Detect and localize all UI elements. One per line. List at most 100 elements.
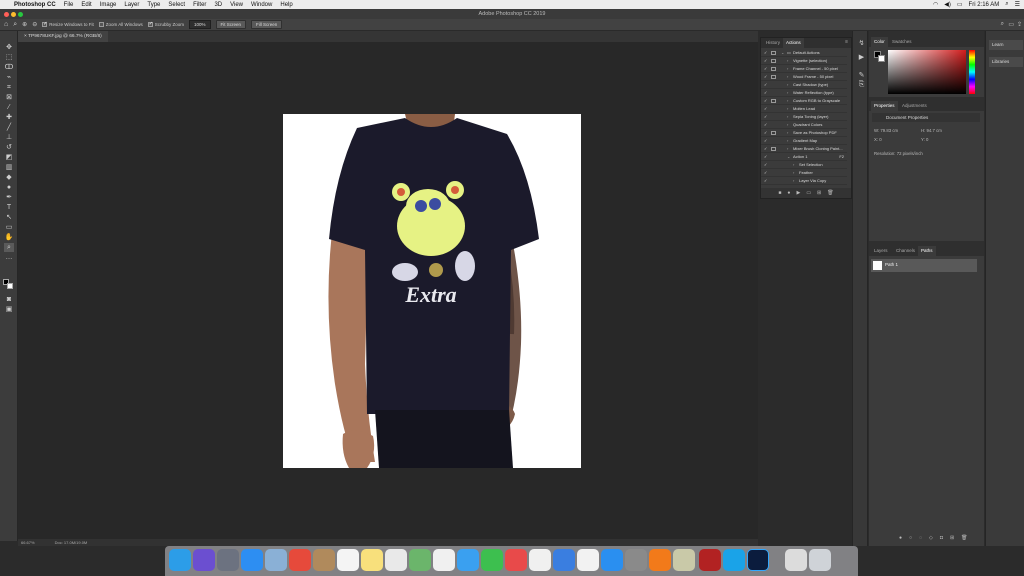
pen-tool-icon[interactable]: ✒ [4,193,14,202]
zoom-out-icon[interactable]: ⊖ [32,21,37,28]
toggle-item-check-icon[interactable]: ✓ [764,177,767,185]
menu-edit[interactable]: Edit [81,2,91,8]
menu-filter[interactable]: Filter [193,2,206,8]
firefox-icon[interactable] [649,549,671,571]
dialog-toggle-icon[interactable] [771,67,776,71]
photoshop-icon[interactable] [747,549,769,571]
toggle-item-check-icon[interactable]: ✓ [764,57,767,65]
eyedropper-tool-icon[interactable]: ⁄ [4,103,14,112]
expand-arrow-icon[interactable]: › [787,113,788,121]
close-window-button[interactable] [4,11,9,17]
toggle-item-check-icon[interactable]: ✓ [764,169,767,177]
close-icon[interactable]: × [24,34,27,39]
quick-mask-icon[interactable]: ◙ [4,295,14,304]
expand-arrow-icon[interactable]: › [787,57,788,65]
action-row[interactable]: ✓ › Quadrant Colors [761,121,847,129]
expand-arrow-icon[interactable]: › [787,89,788,97]
skype-icon[interactable] [723,549,745,571]
system-preferences-icon[interactable] [625,549,647,571]
status-doc-size[interactable]: Doc: 17.0M/19.0M [55,540,88,545]
new-action-icon[interactable]: ⊞ [817,190,821,196]
menu-select[interactable]: Select [168,2,185,8]
dialog-toggle-icon[interactable] [771,59,776,63]
toggle-item-check-icon[interactable]: ✓ [764,129,767,137]
calendar-icon[interactable] [337,549,359,571]
preview-icon[interactable] [673,549,695,571]
expand-arrow-icon[interactable]: › [787,121,788,129]
healing-tool-icon[interactable]: ✚ [4,113,14,122]
status-zoom[interactable]: 66.67% [21,540,35,545]
search-icon[interactable]: ⌕ [1001,21,1004,28]
scrubby-zoom-checkbox[interactable]: Scrubby Zoom [147,21,184,27]
action-row[interactable]: ✓ › Water Reflection (type) [761,89,847,97]
battery-icon[interactable]: ▭ [957,1,963,8]
dialog-toggle-icon[interactable] [771,147,776,151]
path-select-tool-icon[interactable]: ↖ [4,213,14,222]
path-row[interactable]: Path 1 [871,259,977,272]
toggle-item-check-icon[interactable]: ✓ [764,105,767,113]
mail-icon[interactable] [265,549,287,571]
dodge-tool-icon[interactable]: ● [4,183,14,192]
history-brush-tool-icon[interactable]: ↺ [4,143,14,152]
expand-arrow-icon[interactable]: › [793,169,794,177]
width-value[interactable]: 79.83 cm [880,128,898,133]
messages-icon[interactable] [457,549,479,571]
notes-icon[interactable] [361,549,383,571]
toggle-item-check-icon[interactable]: ✓ [764,97,767,105]
dialog-toggle-icon[interactable] [771,131,776,135]
expand-arrow-icon[interactable]: ⌄ [781,49,784,57]
expand-arrow-icon[interactable]: › [787,73,788,81]
zoom-in-icon[interactable]: ⊕ [22,21,27,28]
actions-panel-icon[interactable]: ▶ [857,53,866,61]
trash-icon[interactable] [809,549,831,571]
filezilla-icon[interactable] [699,549,721,571]
resize-windows-checkbox[interactable]: Resize Windows to Fit [42,21,94,27]
panel-menu-icon[interactable]: ≡ [845,39,848,45]
action-row[interactable]: ✓ › Mixer Brush Cloning Paint... [761,145,847,153]
search-icon[interactable]: ⌕ [1005,1,1008,8]
siri-icon[interactable] [193,549,215,571]
action-row[interactable]: ✓ › Layer Via Copy [761,177,847,185]
hue-slider[interactable] [969,50,975,94]
menu-layer[interactable]: Layer [124,2,139,8]
news-icon[interactable] [505,549,527,571]
gradient-tool-icon[interactable]: ▥ [4,163,14,172]
toggle-item-check-icon[interactable]: ✓ [764,153,767,161]
tab-history[interactable]: History [763,38,783,48]
tab-color[interactable]: Color [871,37,888,47]
libraries-button[interactable]: Libraries [989,57,1023,67]
action-row[interactable]: ✓ › Wood Frame - 50 pixel [761,73,847,81]
action-row[interactable]: ✓ › Sepia Toning (layer) [761,113,847,121]
toggle-item-check-icon[interactable]: ✓ [764,73,767,81]
blur-tool-icon[interactable]: ◆ [4,173,14,182]
menu-image[interactable]: Image [100,2,117,8]
zoom-all-windows-checkbox[interactable]: Zoom All Windows [98,22,143,27]
toggle-item-check-icon[interactable]: ✓ [764,89,767,97]
action-row[interactable]: ✓ › Vignette (selection) [761,57,847,65]
facetime-icon[interactable] [481,549,503,571]
launchpad-icon[interactable] [217,549,239,571]
play-icon[interactable]: ▶ [796,190,800,196]
wifi-icon[interactable]: ◠ [933,1,938,8]
move-tool-icon[interactable]: ✥ [4,43,14,52]
document-canvas[interactable]: Extra [283,114,581,468]
learn-button[interactable]: Learn [989,40,1023,50]
fit-screen-button[interactable]: Fit Screen [215,20,247,29]
action-row[interactable]: ✓ ⌄ Default Actions ▭ [761,49,847,57]
type-tool-icon[interactable]: T [4,203,14,212]
tab-adjustments[interactable]: Adjustments [899,101,930,111]
menu-app-name[interactable]: Photoshop CC [14,2,56,8]
zoom-window-button[interactable] [18,11,23,17]
action-row[interactable]: ✓ › Custom RGB to Grayscale [761,97,847,105]
delete-icon[interactable]: 🗑 [827,190,833,196]
marquee-tool-icon[interactable]: ⬚ [4,53,14,62]
action-row[interactable]: ✓ › Cast Shadow (type) [761,81,847,89]
menu-file[interactable]: File [64,2,74,8]
eraser-tool-icon[interactable]: ◩ [4,153,14,162]
menu-help[interactable]: Help [280,2,292,8]
expand-arrow-icon[interactable]: › [787,97,788,105]
minimize-window-button[interactable] [11,11,16,17]
screen-mode-icon[interactable]: ▣ [4,305,14,314]
expand-arrow-icon[interactable]: › [793,177,794,185]
brush-tool-icon[interactable]: ╱ [4,123,14,132]
